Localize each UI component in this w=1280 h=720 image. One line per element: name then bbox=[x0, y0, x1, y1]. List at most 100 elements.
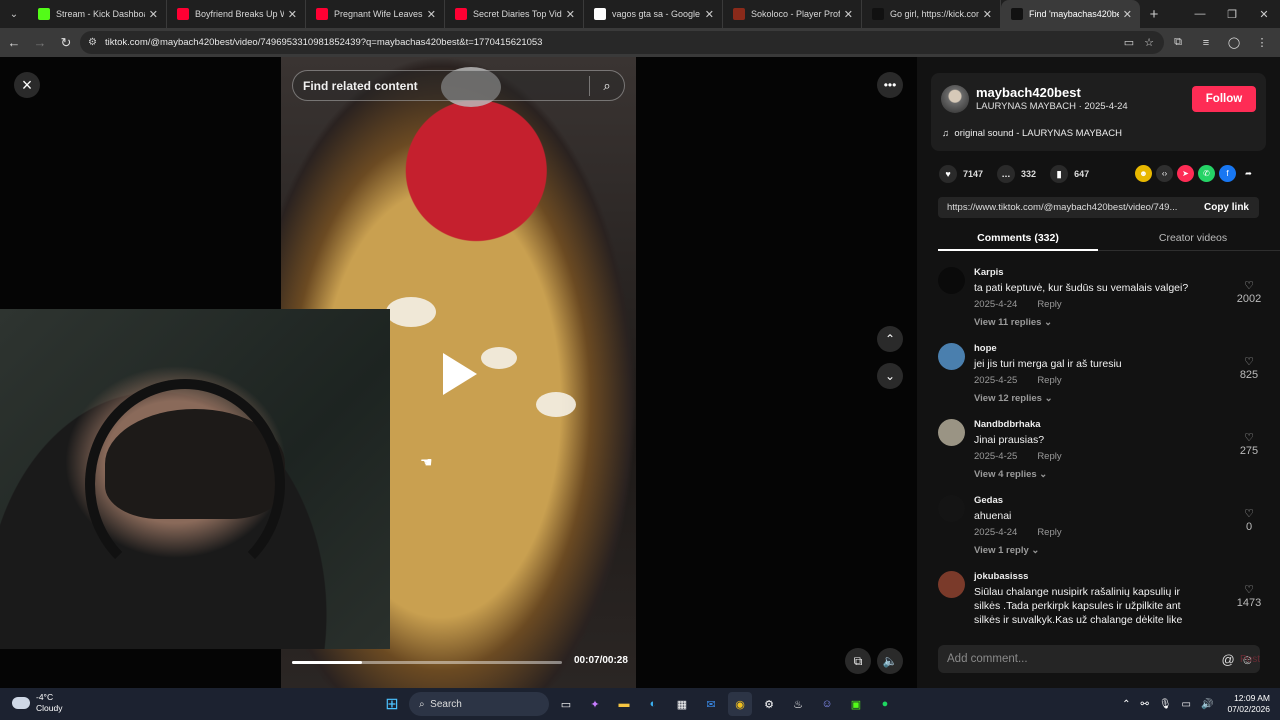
profile-icon[interactable]: ◯ bbox=[1220, 36, 1248, 49]
forward-icon[interactable]: → bbox=[28, 28, 52, 57]
address-bar[interactable]: ⚙ tiktok.com/@maybach420best/video/74969… bbox=[80, 31, 1164, 54]
settings-icon[interactable]: ⚙ bbox=[757, 692, 781, 716]
comment-like-icon[interactable]: ♡ bbox=[1234, 355, 1264, 368]
tab-close-icon[interactable]: ✕ bbox=[1123, 8, 1132, 21]
commenter-avatar[interactable] bbox=[938, 571, 965, 598]
comment-like-icon[interactable]: ♡ bbox=[1234, 583, 1264, 596]
save-stat[interactable]: ▮ 647 bbox=[1050, 165, 1089, 183]
tab-close-icon[interactable]: ✕ bbox=[149, 8, 158, 21]
comment-icon[interactable]: … bbox=[997, 165, 1016, 183]
more-options-icon[interactable]: ••• bbox=[877, 72, 903, 98]
site-info-icon[interactable]: ⚙ bbox=[88, 37, 97, 48]
reply-button[interactable]: Reply bbox=[1037, 451, 1061, 462]
search-icon[interactable]: ⌕ bbox=[590, 78, 624, 94]
taskbar-search[interactable]: ⌕ Search bbox=[409, 692, 549, 716]
reply-button[interactable]: Reply bbox=[1037, 527, 1061, 538]
author-avatar[interactable] bbox=[941, 85, 969, 113]
comment-like-icon[interactable]: ♡ bbox=[1234, 431, 1264, 444]
tab-close-icon[interactable]: ✕ bbox=[427, 8, 436, 21]
coin-icon[interactable]: ☻ bbox=[1135, 165, 1152, 182]
commenter-avatar[interactable] bbox=[938, 419, 965, 446]
bookmark-star-icon[interactable]: ☆ bbox=[1144, 36, 1154, 49]
send-icon[interactable]: ➤ bbox=[1177, 165, 1194, 182]
next-video-icon[interactable]: ⌄ bbox=[877, 363, 903, 389]
display-icon[interactable]: ▭ bbox=[1182, 699, 1191, 710]
tab-close-icon[interactable]: ✕ bbox=[566, 8, 575, 21]
view-replies-button[interactable]: View 1 reply ⌄ bbox=[974, 545, 1039, 556]
post-button[interactable]: Post bbox=[1240, 654, 1260, 665]
commenter-avatar[interactable] bbox=[938, 267, 965, 294]
previous-video-icon[interactable]: ⌃ bbox=[877, 326, 903, 352]
weather-widget[interactable]: -4°C Cloudy bbox=[12, 692, 62, 714]
progress-bar[interactable] bbox=[292, 661, 562, 664]
play-icon[interactable] bbox=[443, 353, 477, 395]
browser-tab[interactable]: Sokoloco - Player Profile ✕ bbox=[723, 0, 862, 28]
commenter-name[interactable]: hope bbox=[974, 343, 997, 354]
view-replies-button[interactable]: View 11 replies ⌄ bbox=[974, 317, 1052, 328]
browser-tab[interactable]: Stream - Kick Dashboard ✕ bbox=[28, 0, 167, 28]
tab-close-icon[interactable]: ✕ bbox=[705, 8, 714, 21]
bookmark-icon[interactable]: ▮ bbox=[1050, 165, 1069, 183]
sound-link[interactable]: ♫ original sound - LAURYNAS MAYBACH bbox=[942, 128, 1122, 139]
related-search-bar[interactable]: Find related content ⌕ bbox=[292, 70, 625, 101]
spotify-icon[interactable]: ● bbox=[873, 692, 897, 716]
like-stat[interactable]: ♥ 7147 bbox=[939, 165, 983, 183]
reply-button[interactable]: Reply bbox=[1037, 375, 1061, 386]
embed-icon[interactable]: ‹› bbox=[1156, 165, 1173, 182]
file-explorer-icon[interactable]: ▬ bbox=[612, 692, 636, 716]
tab-creator-videos[interactable]: Creator videos bbox=[1113, 232, 1273, 244]
minimize-icon[interactable]: — bbox=[1184, 0, 1216, 28]
browser-tab[interactable]: Boyfriend Breaks Up With ✕ bbox=[167, 0, 306, 28]
chrome-icon[interactable]: ◉ bbox=[728, 692, 752, 716]
commenter-avatar[interactable] bbox=[938, 343, 965, 370]
heart-icon[interactable]: ♥ bbox=[939, 165, 957, 183]
restore-icon[interactable]: ❐ bbox=[1216, 0, 1248, 28]
add-comment-field[interactable]: Add comment... @ ☺ bbox=[938, 645, 1260, 673]
tray-chevron-icon[interactable]: ⌃ bbox=[1122, 699, 1130, 710]
reply-button[interactable]: Reply bbox=[1037, 299, 1061, 310]
tab-close-icon[interactable]: ✕ bbox=[288, 8, 297, 21]
task-view-icon[interactable]: ▭ bbox=[554, 692, 578, 716]
comment-list[interactable]: Karpis ta pati keptuvė, kur šudūs su vema… bbox=[917, 263, 1280, 630]
browser-tab[interactable]: Secret Diaries Top Videos ✕ bbox=[445, 0, 584, 28]
discord-icon[interactable]: ☺ bbox=[815, 692, 839, 716]
view-replies-button[interactable]: View 12 replies ⌄ bbox=[974, 393, 1053, 404]
url-text[interactable]: tiktok.com/@maybach420best/video/7496953… bbox=[105, 37, 1124, 48]
facebook-icon[interactable]: f bbox=[1219, 165, 1236, 182]
browser-tab[interactable]: Find 'maybachas420best' ✕ bbox=[1001, 0, 1140, 28]
copy-link-button[interactable]: Copy link bbox=[1194, 202, 1259, 213]
share-arrow-icon[interactable]: ➦ bbox=[1240, 165, 1257, 182]
steam-icon[interactable]: ♨ bbox=[786, 692, 810, 716]
browser-tab[interactable]: vagos gta sa - Google Sea ✕ bbox=[584, 0, 723, 28]
comment-like-icon[interactable]: ♡ bbox=[1234, 279, 1264, 292]
mic-icon[interactable]: 🎙 bbox=[1159, 699, 1172, 710]
browser-tab[interactable]: Pregnant Wife Leaves Her ✕ bbox=[306, 0, 445, 28]
close-video-icon[interactable]: × bbox=[14, 72, 40, 98]
mail-icon[interactable]: ✉ bbox=[699, 692, 723, 716]
media-icon[interactable]: ≡ bbox=[1192, 37, 1220, 49]
comment-stat[interactable]: … 332 bbox=[997, 165, 1036, 183]
close-window-icon[interactable]: ✕ bbox=[1248, 0, 1280, 28]
start-icon[interactable]: ⊞ bbox=[380, 692, 404, 716]
volume-tray-icon[interactable]: 🔊 bbox=[1201, 699, 1213, 710]
edge-icon[interactable]: ◐ bbox=[641, 692, 665, 716]
related-search-placeholder[interactable]: Find related content bbox=[303, 79, 589, 93]
kick-app-icon[interactable]: ▣ bbox=[844, 692, 868, 716]
extensions-icon[interactable]: ⧉ bbox=[1164, 36, 1192, 49]
network-icon[interactable]: ⚯ bbox=[1140, 699, 1148, 710]
tab-search-icon[interactable]: ⌄ bbox=[0, 0, 28, 28]
new-tab-button[interactable]: + bbox=[1140, 6, 1168, 23]
tab-comments[interactable]: Comments (332) bbox=[938, 232, 1098, 251]
commenter-name[interactable]: Gedas bbox=[974, 495, 1003, 506]
commenter-avatar[interactable] bbox=[938, 495, 965, 522]
follow-button[interactable]: Follow bbox=[1192, 86, 1256, 112]
clock[interactable]: 12:09 AM 07/02/2026 bbox=[1227, 693, 1270, 715]
menu-icon[interactable]: ⋮ bbox=[1248, 36, 1276, 49]
reload-icon[interactable]: ↻ bbox=[54, 28, 78, 57]
copilot-icon[interactable]: ✦ bbox=[583, 692, 607, 716]
browser-tab[interactable]: Go girl, https://kick.com/ ✕ bbox=[862, 0, 1001, 28]
add-comment-placeholder[interactable]: Add comment... bbox=[947, 653, 1222, 665]
comment-like-icon[interactable]: ♡ bbox=[1234, 507, 1264, 520]
back-icon[interactable]: ← bbox=[2, 28, 26, 57]
commenter-name[interactable]: Karpis bbox=[974, 267, 1004, 278]
